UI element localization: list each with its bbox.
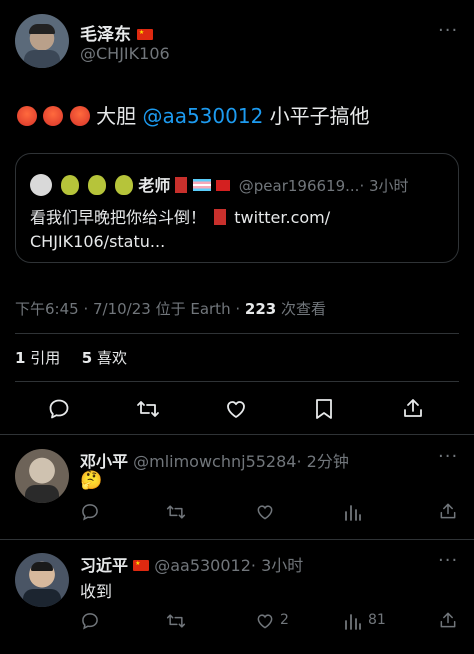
angry-face-icon [43, 106, 64, 126]
divider [15, 381, 459, 382]
views-icon[interactable] [344, 502, 362, 522]
views-count[interactable]: 223 [245, 300, 276, 318]
likes-count[interactable]: 5 [82, 349, 92, 367]
like-icon[interactable] [255, 502, 275, 522]
flag-icon [192, 179, 211, 191]
quote-avatar [30, 174, 52, 196]
reply-icon[interactable] [80, 611, 100, 631]
more-dots-icon[interactable]: ··· [438, 20, 458, 41]
more-dots-icon[interactable]: ··· [438, 446, 458, 467]
quotes-label[interactable]: 引用 [30, 349, 60, 367]
share-icon[interactable] [438, 610, 458, 630]
author-name[interactable]: 毛泽东 [80, 25, 131, 45]
reply-avatar[interactable] [15, 449, 69, 503]
reply-avatar[interactable] [15, 553, 69, 607]
views-icon[interactable] [344, 611, 362, 631]
post-timestamp[interactable]: 下午6:45 · 7/10/23 位于 Earth · [15, 300, 240, 318]
share-icon[interactable] [401, 396, 425, 420]
reply-icon[interactable] [80, 502, 100, 522]
quote-link-line1[interactable]: twitter.com/ [234, 208, 330, 227]
like-icon[interactable] [255, 611, 275, 631]
mention-link[interactable]: @aa530012 [142, 104, 263, 128]
like-icon[interactable] [224, 397, 248, 421]
quoted-tweet[interactable]: 老师 @pear196619...· 3小时 看我们早晚把你给斗倒！ twitt… [15, 153, 459, 263]
china-flag-icon [133, 560, 150, 571]
reply-author-name[interactable]: 邓小平 [80, 452, 128, 471]
bookmark-icon[interactable] [313, 397, 335, 421]
book-icon [175, 177, 188, 193]
author-handle[interactable]: @CHJIK106 [80, 44, 170, 63]
share-icon[interactable] [438, 501, 458, 521]
reply-text: 🤔 [80, 470, 103, 491]
post-text-prefix: 大胆 [96, 104, 137, 128]
more-dots-icon[interactable]: ··· [438, 550, 458, 571]
pear-icon [88, 175, 107, 195]
pear-icon [61, 175, 80, 195]
divider [15, 333, 459, 334]
china-flag-icon [136, 29, 153, 40]
reply-text: 收到 [80, 582, 113, 601]
divider [0, 434, 474, 435]
views-label: 次查看 [281, 300, 327, 318]
like-count[interactable]: 2 [280, 612, 289, 628]
quote-time[interactable]: · 3小时 [359, 177, 408, 195]
retweet-icon[interactable] [165, 611, 187, 631]
post-text-suffix: 小平子搞他 [269, 104, 370, 128]
red-flag-icon [215, 180, 230, 191]
retweet-icon[interactable] [135, 397, 161, 421]
pear-icon [115, 175, 134, 195]
reply-author-handle[interactable]: @aa530012 [154, 556, 251, 575]
quote-author-handle[interactable]: @pear196619... [239, 177, 360, 195]
retweet-icon[interactable] [165, 502, 187, 522]
reply-time[interactable]: · 2分钟 [296, 452, 348, 471]
views-count[interactable]: 81 [368, 612, 386, 628]
quote-link-line2[interactable]: CHJIK106/statu... [30, 232, 165, 251]
reply-icon[interactable] [47, 397, 71, 421]
angry-face-icon [17, 106, 37, 126]
book-icon [214, 209, 227, 225]
quote-text: 看我们早晚把你给斗倒！ [30, 208, 207, 227]
author-avatar[interactable] [15, 14, 69, 68]
reply-author-handle[interactable]: @mlimowchnj55284 [133, 452, 296, 471]
reply-author-name[interactable]: 习近平 [80, 556, 128, 575]
quotes-count[interactable]: 1 [15, 349, 25, 367]
quote-author-name[interactable]: 老师 [138, 176, 170, 195]
likes-label[interactable]: 喜欢 [97, 349, 127, 367]
divider [0, 539, 474, 540]
angry-face-icon [69, 106, 90, 126]
reply-time[interactable]: · 3小时 [251, 556, 303, 575]
